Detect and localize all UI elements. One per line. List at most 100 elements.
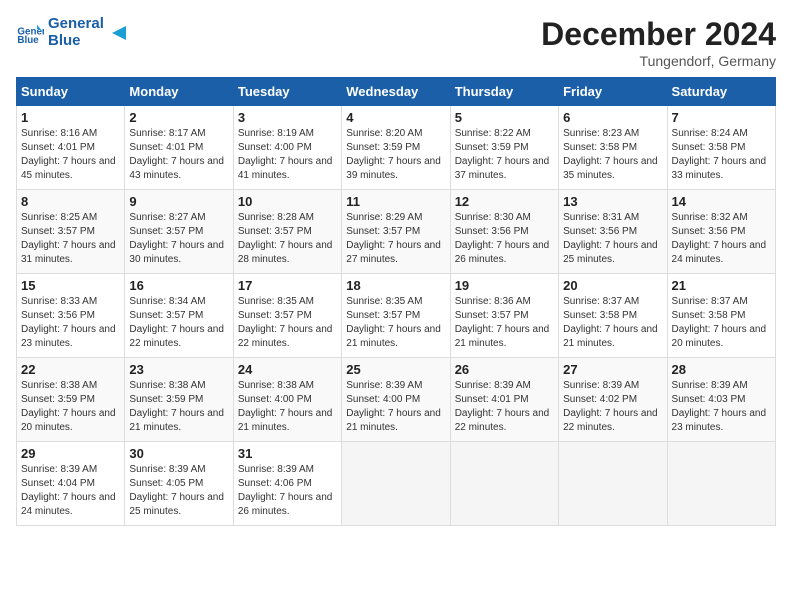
day-info: Sunrise: 8:31 AMSunset: 3:56 PMDaylight:… — [563, 211, 662, 267]
calendar-cell — [667, 442, 775, 526]
calendar-cell: 25 Sunrise: 8:39 AMSunset: 4:00 PMDayligh… — [342, 358, 450, 442]
logo: General Blue General Blue — [16, 16, 130, 49]
title-block: December 2024 Tungendorf, Germany — [541, 16, 776, 69]
weekday-header-thursday: Thursday — [450, 78, 558, 106]
day-number: 13 — [563, 194, 662, 209]
calendar-cell: 3Sunrise: 8:19 AMSunset: 4:00 PMDaylight… — [233, 106, 341, 190]
calendar-cell: 30 Sunrise: 8:39 AMSunset: 4:05 PMDayligh… — [125, 442, 233, 526]
logo-text-line2: Blue — [48, 33, 104, 50]
day-number: 12 — [455, 194, 554, 209]
day-number: 25 — [346, 362, 445, 377]
day-info: Sunrise: 8:38 AMSunset: 3:59 PMDaylight:… — [21, 379, 120, 435]
day-info: Sunrise: 8:24 AMSunset: 3:58 PMDaylight:… — [672, 127, 771, 183]
location-subtitle: Tungendorf, Germany — [541, 53, 776, 69]
calendar-week-row: 1 Sunrise: 8:16 AMSunset: 4:01 PMDaylight… — [17, 106, 776, 190]
day-number: 22 — [21, 362, 120, 377]
calendar-cell: 2Sunrise: 8:17 AMSunset: 4:01 PMDaylight… — [125, 106, 233, 190]
day-info: Sunrise: 8:34 AMSunset: 3:57 PMDaylight:… — [129, 295, 228, 351]
day-info: Sunrise: 8:25 AMSunset: 3:57 PMDaylight:… — [21, 211, 120, 267]
calendar-cell: 28 Sunrise: 8:39 AMSunset: 4:03 PMDayligh… — [667, 358, 775, 442]
logo-icon: General Blue — [16, 19, 44, 47]
day-info: Sunrise: 8:38 AMSunset: 3:59 PMDaylight:… — [129, 379, 228, 435]
weekday-header-wednesday: Wednesday — [342, 78, 450, 106]
logo-arrow-icon — [108, 22, 130, 44]
calendar-cell: 9 Sunrise: 8:27 AMSunset: 3:57 PMDaylight… — [125, 190, 233, 274]
calendar-cell: 11Sunrise: 8:29 AMSunset: 3:57 PMDayligh… — [342, 190, 450, 274]
day-number: 2 — [129, 110, 228, 125]
calendar-cell: 24 Sunrise: 8:38 AMSunset: 4:00 PMDayligh… — [233, 358, 341, 442]
day-number: 18 — [346, 278, 445, 293]
day-number: 4 — [346, 110, 445, 125]
calendar-cell: 12 Sunrise: 8:30 AMSunset: 3:56 PMDayligh… — [450, 190, 558, 274]
svg-text:Blue: Blue — [17, 34, 39, 45]
logo-text-line1: General — [48, 16, 104, 33]
day-info: Sunrise: 8:39 AMSunset: 4:05 PMDaylight:… — [129, 463, 228, 519]
day-number: 17 — [238, 278, 337, 293]
calendar-cell: 31 Sunrise: 8:39 AMSunset: 4:06 PMDayligh… — [233, 442, 341, 526]
calendar-cell — [450, 442, 558, 526]
day-number: 24 — [238, 362, 337, 377]
day-number: 27 — [563, 362, 662, 377]
day-number: 29 — [21, 446, 120, 461]
calendar-cell: 17 Sunrise: 8:35 AMSunset: 3:57 PMDayligh… — [233, 274, 341, 358]
day-number: 9 — [129, 194, 228, 209]
day-info: Sunrise: 8:29 AMSunset: 3:57 PMDaylight:… — [346, 211, 445, 267]
month-year-title: December 2024 — [541, 16, 776, 53]
day-info: Sunrise: 8:37 AMSunset: 3:58 PMDaylight:… — [563, 295, 662, 351]
day-number: 15 — [21, 278, 120, 293]
calendar-cell: 27 Sunrise: 8:39 AMSunset: 4:02 PMDayligh… — [559, 358, 667, 442]
calendar-cell: 29Sunrise: 8:39 AMSunset: 4:04 PMDayligh… — [17, 442, 125, 526]
day-info: Sunrise: 8:27 AMSunset: 3:57 PMDaylight:… — [129, 211, 228, 267]
calendar-cell: 18Sunrise: 8:35 AMSunset: 3:57 PMDayligh… — [342, 274, 450, 358]
day-info: Sunrise: 8:33 AMSunset: 3:56 PMDaylight:… — [21, 295, 120, 351]
day-number: 23 — [129, 362, 228, 377]
day-number: 5 — [455, 110, 554, 125]
calendar-cell: 8 Sunrise: 8:25 AMSunset: 3:57 PMDaylight… — [17, 190, 125, 274]
day-info: Sunrise: 8:35 AMSunset: 3:57 PMDaylight:… — [238, 295, 337, 351]
day-number: 8 — [21, 194, 120, 209]
calendar-week-row: 29Sunrise: 8:39 AMSunset: 4:04 PMDayligh… — [17, 442, 776, 526]
day-number: 19 — [455, 278, 554, 293]
calendar-cell: 19Sunrise: 8:36 AMSunset: 3:57 PMDayligh… — [450, 274, 558, 358]
calendar-cell: 23 Sunrise: 8:38 AMSunset: 3:59 PMDayligh… — [125, 358, 233, 442]
day-info: Sunrise: 8:30 AMSunset: 3:56 PMDaylight:… — [455, 211, 554, 267]
calendar-cell: 15 Sunrise: 8:33 AMSunset: 3:56 PMDayligh… — [17, 274, 125, 358]
day-info: Sunrise: 8:39 AMSunset: 4:01 PMDaylight:… — [455, 379, 554, 435]
calendar-cell: 22 Sunrise: 8:38 AMSunset: 3:59 PMDayligh… — [17, 358, 125, 442]
day-info: Sunrise: 8:19 AMSunset: 4:00 PMDaylight:… — [238, 127, 337, 183]
calendar-cell: 4 Sunrise: 8:20 AMSunset: 3:59 PMDaylight… — [342, 106, 450, 190]
day-info: Sunrise: 8:39 AMSunset: 4:00 PMDaylight:… — [346, 379, 445, 435]
day-info: Sunrise: 8:20 AMSunset: 3:59 PMDaylight:… — [346, 127, 445, 183]
calendar-cell — [342, 442, 450, 526]
calendar-header-row: SundayMondayTuesdayWednesdayThursdayFrid… — [17, 78, 776, 106]
day-number: 16 — [129, 278, 228, 293]
day-info: Sunrise: 8:39 AMSunset: 4:03 PMDaylight:… — [672, 379, 771, 435]
calendar-cell — [559, 442, 667, 526]
day-number: 1 — [21, 110, 120, 125]
weekday-header-friday: Friday — [559, 78, 667, 106]
calendar-cell: 5Sunrise: 8:22 AMSunset: 3:59 PMDaylight… — [450, 106, 558, 190]
calendar-week-row: 8 Sunrise: 8:25 AMSunset: 3:57 PMDaylight… — [17, 190, 776, 274]
day-number: 6 — [563, 110, 662, 125]
day-number: 30 — [129, 446, 228, 461]
day-number: 28 — [672, 362, 771, 377]
day-info: Sunrise: 8:16 AMSunset: 4:01 PMDaylight:… — [21, 127, 120, 183]
day-info: Sunrise: 8:39 AMSunset: 4:02 PMDaylight:… — [563, 379, 662, 435]
day-info: Sunrise: 8:38 AMSunset: 4:00 PMDaylight:… — [238, 379, 337, 435]
calendar-week-row: 22 Sunrise: 8:38 AMSunset: 3:59 PMDayligh… — [17, 358, 776, 442]
weekday-header-monday: Monday — [125, 78, 233, 106]
calendar-cell: 14Sunrise: 8:32 AMSunset: 3:56 PMDayligh… — [667, 190, 775, 274]
calendar-cell: 6Sunrise: 8:23 AMSunset: 3:58 PMDaylight… — [559, 106, 667, 190]
day-info: Sunrise: 8:39 AMSunset: 4:06 PMDaylight:… — [238, 463, 337, 519]
calendar-cell: 16 Sunrise: 8:34 AMSunset: 3:57 PMDayligh… — [125, 274, 233, 358]
day-number: 21 — [672, 278, 771, 293]
day-number: 14 — [672, 194, 771, 209]
calendar-week-row: 15 Sunrise: 8:33 AMSunset: 3:56 PMDayligh… — [17, 274, 776, 358]
day-number: 31 — [238, 446, 337, 461]
calendar-cell: 26Sunrise: 8:39 AMSunset: 4:01 PMDayligh… — [450, 358, 558, 442]
weekday-header-tuesday: Tuesday — [233, 78, 341, 106]
weekday-header-saturday: Saturday — [667, 78, 775, 106]
day-info: Sunrise: 8:28 AMSunset: 3:57 PMDaylight:… — [238, 211, 337, 267]
calendar-cell: 7Sunrise: 8:24 AMSunset: 3:58 PMDaylight… — [667, 106, 775, 190]
calendar-cell: 13 Sunrise: 8:31 AMSunset: 3:56 PMDayligh… — [559, 190, 667, 274]
